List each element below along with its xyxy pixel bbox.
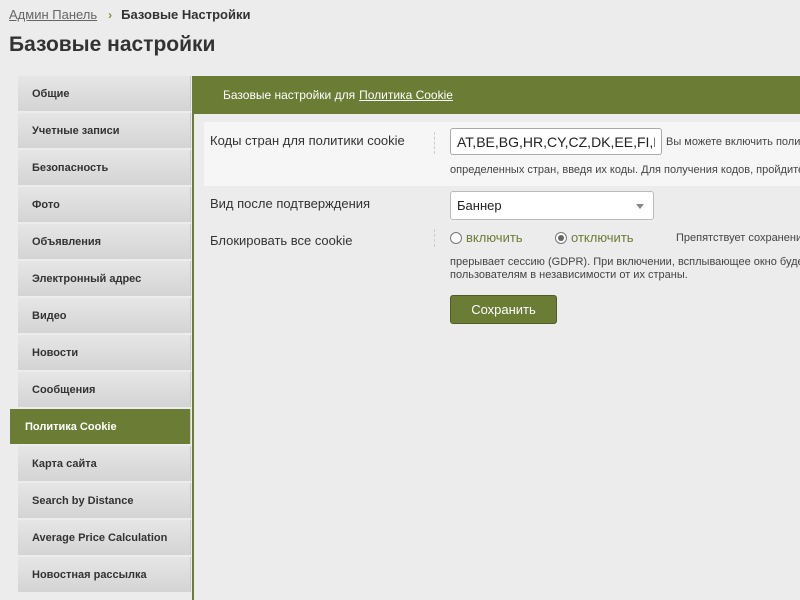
view-after-confirm-select[interactable]: Баннер [450, 191, 654, 220]
sidebar-item-search-by-distance[interactable]: Search by Distance [18, 483, 191, 518]
sidebar: Общие Учетные записи Безопасность Фото О… [10, 76, 191, 594]
sidebar-item-video[interactable]: Видео [18, 298, 191, 333]
block-all-hint-3: пользователям в независимости от их стра… [450, 269, 688, 281]
divider [434, 229, 435, 247]
chevron-right-icon: › [108, 7, 113, 22]
breadcrumb-admin-link[interactable]: Админ Панель [9, 7, 97, 22]
sidebar-item-listings[interactable]: Объявления [18, 224, 191, 259]
country-codes-hint: Вы можете включить полит [666, 136, 800, 148]
country-codes-input[interactable] [450, 128, 662, 155]
sidebar-item-photo[interactable]: Фото [18, 187, 191, 222]
save-button[interactable]: Сохранить [450, 295, 557, 324]
view-after-confirm-value: Баннер [457, 198, 502, 213]
breadcrumb-current: Базовые Настройки [121, 7, 251, 22]
panel-header: Базовые настройки для Политика Cookie [194, 76, 800, 114]
view-after-confirm-label: Вид после подтверждения [210, 196, 371, 211]
radio-disable-circle[interactable] [555, 231, 567, 244]
sidebar-item-newsletter[interactable]: Новостная рассылка [18, 557, 191, 592]
radio-enable-label[interactable]: включить [466, 230, 523, 245]
panel-header-text: Базовые настройки для [223, 88, 356, 102]
sidebar-item-accounts[interactable]: Учетные записи [18, 113, 191, 148]
block-all-cookies-label: Блокировать все cookie [210, 233, 353, 248]
radio-disable-label[interactable]: отключить [571, 230, 634, 245]
sidebar-item-cookie-policy[interactable]: Политика Cookie [10, 409, 191, 444]
sidebar-item-general[interactable]: Общие [18, 76, 191, 111]
radio-enable-circle[interactable] [450, 231, 462, 244]
radio-enable[interactable]: включить [450, 230, 523, 245]
country-codes-label: Коды стран для политики cookie [210, 133, 405, 148]
country-codes-hint-2: определенных стран, введя их коды. Для п… [450, 164, 800, 176]
radio-disable[interactable]: отключить [555, 230, 634, 245]
sidebar-item-average-price[interactable]: Average Price Calculation [18, 520, 191, 555]
sidebar-item-news[interactable]: Новости [18, 335, 191, 370]
panel-header-link[interactable]: Политика Cookie [359, 88, 453, 102]
sidebar-item-sitemap[interactable]: Карта сайта [18, 446, 191, 481]
breadcrumb: Админ Панель › Базовые Настройки [9, 7, 251, 22]
divider [434, 132, 435, 154]
chevron-down-icon [636, 204, 644, 209]
sidebar-item-security[interactable]: Безопасность [18, 150, 191, 185]
settings-panel: Базовые настройки для Политика Cookie Ко… [192, 76, 800, 600]
sidebar-item-email[interactable]: Электронный адрес [18, 261, 191, 296]
page-title: Базовые настройки [9, 33, 216, 56]
block-all-hint-2: прерывает сессию (GDPR). При включении, … [450, 256, 800, 268]
block-all-hint: Препятствует сохранени [676, 232, 800, 244]
sidebar-item-messages[interactable]: Сообщения [18, 372, 191, 407]
